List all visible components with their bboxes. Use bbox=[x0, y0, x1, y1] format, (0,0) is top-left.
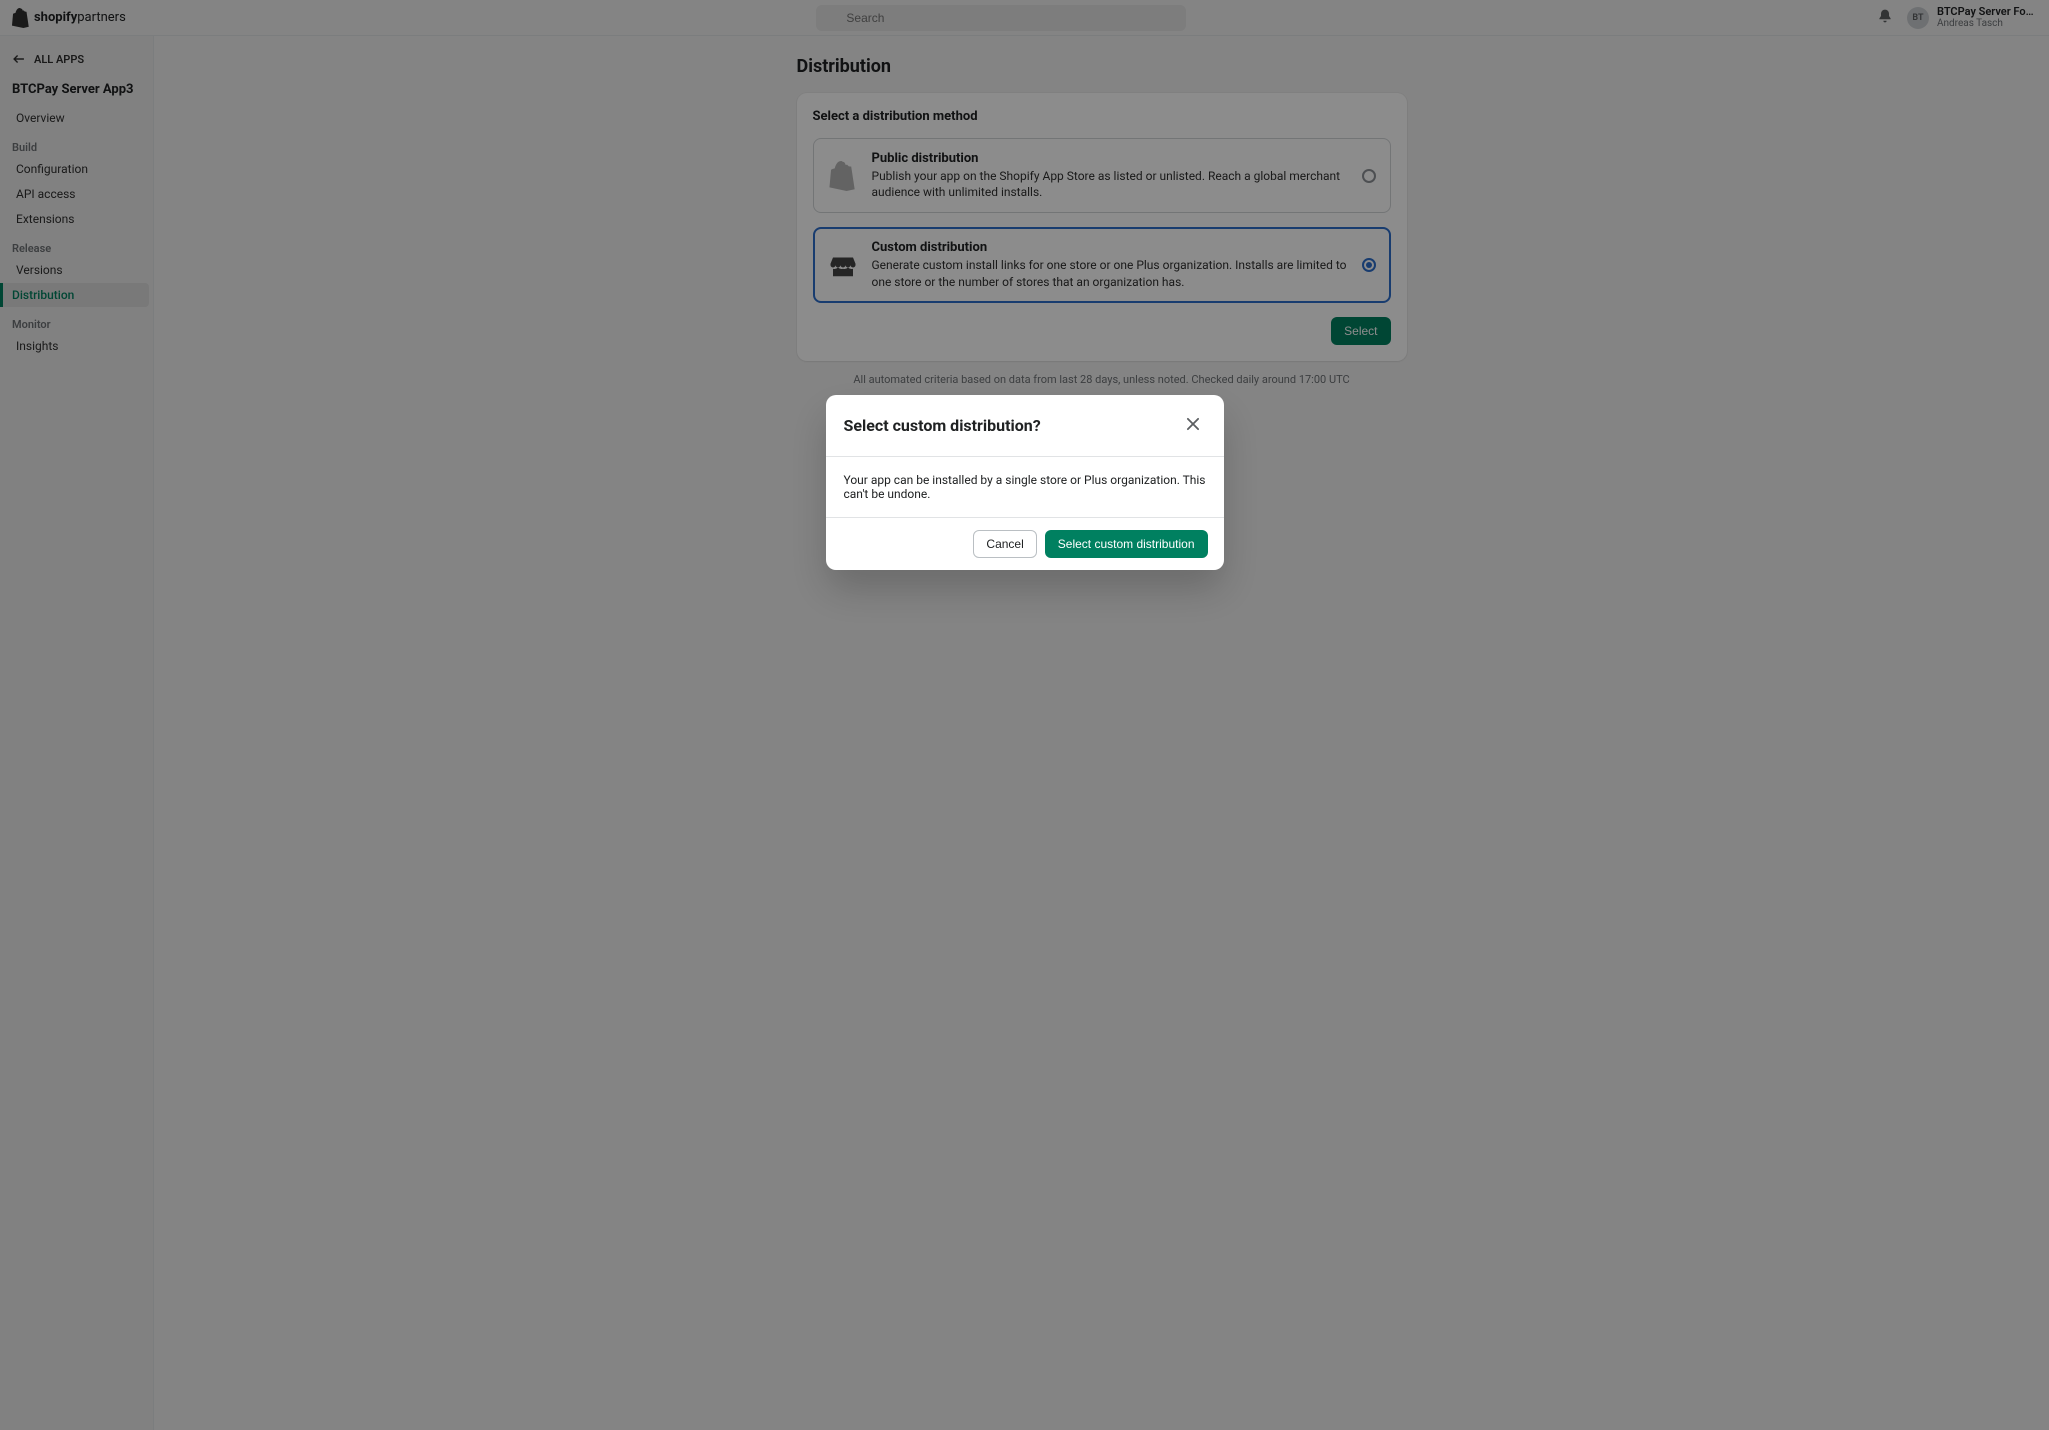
cancel-button[interactable]: Cancel bbox=[973, 530, 1036, 558]
confirm-button[interactable]: Select custom distribution bbox=[1045, 530, 1208, 558]
modal-close-button[interactable] bbox=[1180, 411, 1206, 440]
modal-overlay[interactable]: Select custom distribution? Your app can… bbox=[0, 0, 2049, 1430]
confirm-modal: Select custom distribution? Your app can… bbox=[826, 395, 1224, 570]
close-icon bbox=[1184, 415, 1202, 433]
modal-title: Select custom distribution? bbox=[844, 416, 1041, 435]
modal-body: Your app can be installed by a single st… bbox=[826, 457, 1224, 517]
